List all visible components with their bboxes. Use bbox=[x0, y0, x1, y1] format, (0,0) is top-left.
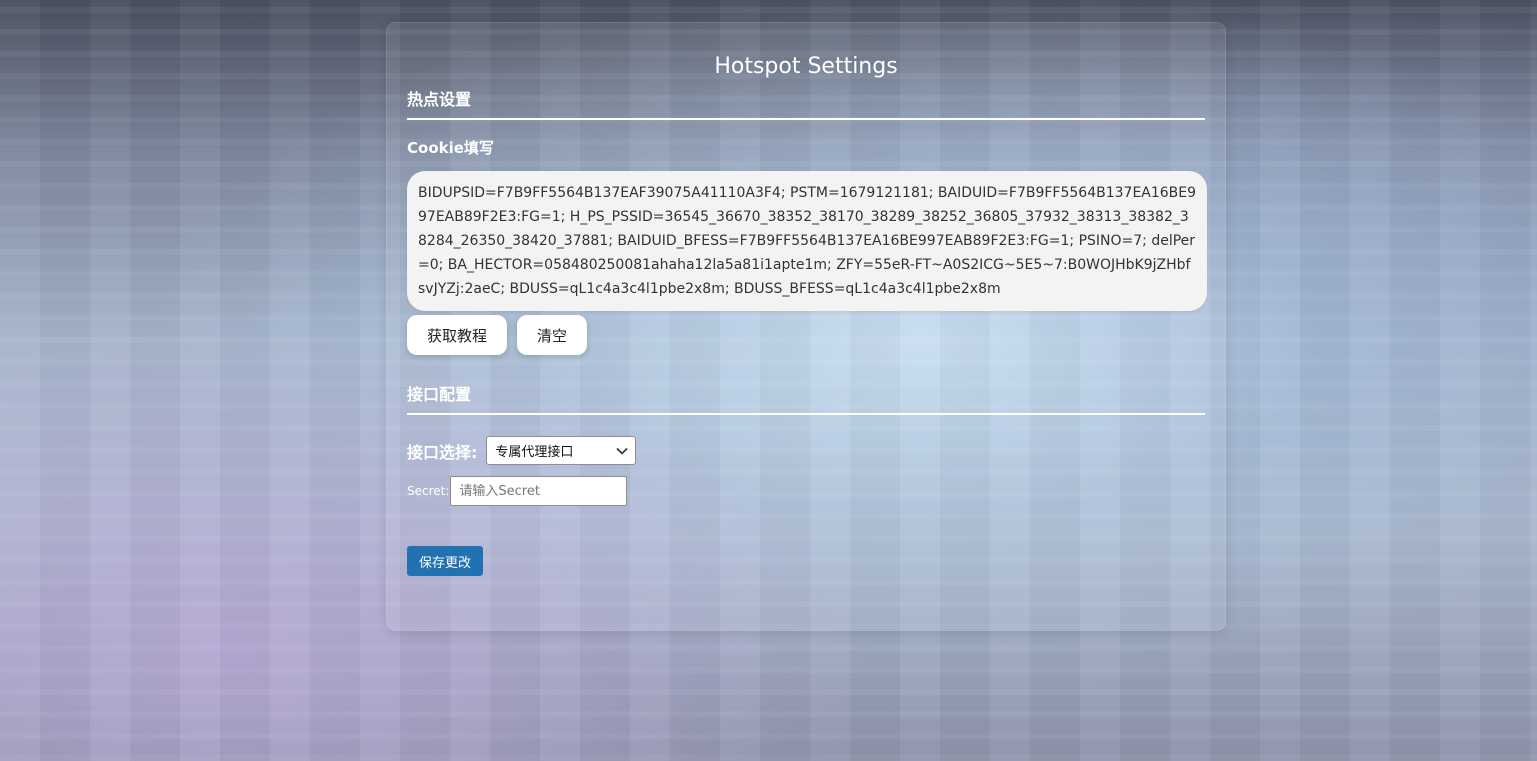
api-select-label: 接口选择: bbox=[407, 442, 478, 462]
page-title: Hotspot Settings bbox=[714, 54, 898, 79]
cookie-actions: 获取教程 清空 bbox=[407, 315, 1205, 355]
section-heading-api: 接口配置 bbox=[407, 385, 472, 404]
save-changes-button[interactable]: 保存更改 bbox=[407, 546, 484, 576]
secret-row: Secret: bbox=[407, 476, 1205, 506]
api-select-value: 专属代理接口 bbox=[495, 445, 574, 460]
cookie-textarea[interactable]: BIDUPSID=F7B9FF5564B137EAF39075A41110A3F… bbox=[407, 171, 1207, 311]
settings-panel: Hotspot Settings 热点设置 Cookie填写 BIDUPSID=… bbox=[386, 22, 1226, 631]
cookie-field-label: Cookie填写 bbox=[407, 139, 494, 157]
secret-label: Secret: bbox=[407, 484, 450, 498]
section-divider bbox=[407, 413, 1205, 415]
clear-button[interactable]: 清空 bbox=[517, 315, 588, 355]
chevron-down-icon bbox=[615, 444, 629, 458]
api-select-row: 接口选择: 专属代理接口 bbox=[407, 436, 1205, 465]
section-heading-hotspot: 热点设置 bbox=[407, 90, 472, 109]
api-select-dropdown[interactable]: 专属代理接口 bbox=[486, 436, 637, 465]
get-tutorial-button[interactable]: 获取教程 bbox=[407, 315, 508, 355]
section-divider bbox=[407, 118, 1205, 120]
secret-input[interactable] bbox=[450, 476, 628, 506]
